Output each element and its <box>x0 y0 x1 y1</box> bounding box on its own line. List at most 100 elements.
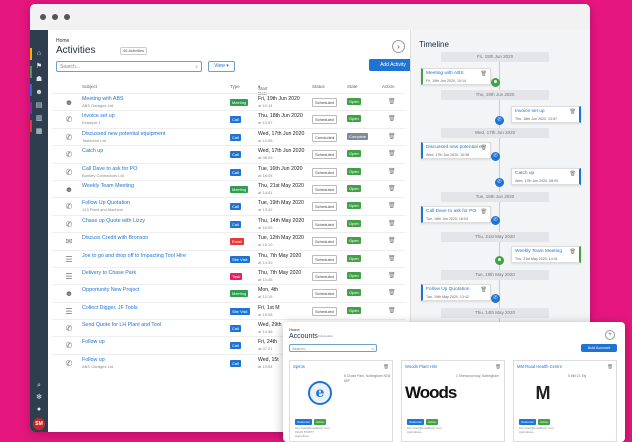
row-subject-link[interactable]: Follow up <box>82 339 105 345</box>
row-subject-link[interactable]: Joe to go and drop off to Impacting Tool… <box>82 253 186 259</box>
account-name[interactable]: Woods Plant Hire <box>405 364 438 369</box>
account-card[interactable]: Spiros 🗑 e 8 Chase Park, Nottingham NG5 8EF… <box>289 360 393 442</box>
row-subject-link[interactable]: Discussed new potential equipment <box>82 131 165 137</box>
gear-icon[interactable]: ✻ <box>34 394 44 402</box>
table-row[interactable]: ✆ Discussed new potential equipment Taskfo… <box>52 127 405 145</box>
trash-icon[interactable]: 🗑 <box>388 272 396 279</box>
add-circle-button[interactable]: + <box>605 330 615 340</box>
table-row[interactable]: ☰ Joe to go and drop off to Impacting Too… <box>52 249 405 267</box>
account-name[interactable]: MM Road Health Centre <box>517 364 562 369</box>
trash-icon[interactable]: 🗑 <box>388 133 396 140</box>
account-card[interactable]: Woods Plant Hire 🗑 Woods 1 Sherwood way, No… <box>401 360 505 442</box>
truck-icon[interactable]: ▤ <box>34 102 44 110</box>
timeline-card-title[interactable]: Meeting with ABS <box>426 71 464 76</box>
pin-icon[interactable]: ● <box>34 406 44 414</box>
timeline-card-title[interactable]: Catch up <box>515 171 534 176</box>
table-row[interactable]: ✆ Catch up Call Wed, 17th Jun 2020 at 08:09 S… <box>52 145 405 162</box>
view-dropdown[interactable]: View ▾ <box>208 61 235 72</box>
timeline-card[interactable]: Invoice set up Thu, 18th Jun 2020, 13:57 🗑 <box>511 106 581 123</box>
trash-icon[interactable]: 🗑 <box>388 289 396 296</box>
trash-icon[interactable]: 🗑 <box>388 255 396 262</box>
trash-icon[interactable]: 🗑 <box>388 168 396 175</box>
trash-icon[interactable]: 🗑 <box>388 307 396 314</box>
account-card[interactable]: MM Road Health Centre 🗑 M 5 Mill Ct, Ely Cus… <box>513 360 617 442</box>
trash-icon[interactable]: 🗑 <box>481 209 487 215</box>
search-icon[interactable]: ⌕ <box>34 382 44 390</box>
trash-icon[interactable]: 🗑 <box>388 220 396 227</box>
trash-icon[interactable]: 🗑 <box>481 287 487 293</box>
row-subject-link[interactable]: Follow Up Quotation <box>82 200 130 206</box>
trash-icon[interactable]: 🗑 <box>388 185 396 192</box>
search-input[interactable]: Search... ⌕ <box>56 61 202 72</box>
table-row[interactable]: ☻ Opportunity New Project Meeting Mon, 4th a… <box>52 284 405 301</box>
window-dot[interactable] <box>40 14 46 20</box>
trash-icon[interactable]: 🗑 <box>481 71 487 77</box>
trash-icon[interactable]: 🗑 <box>570 171 576 177</box>
table-row[interactable]: ✆ Call Dave to ask for PO Bunkey Contracto… <box>52 162 405 180</box>
col-type[interactable]: Type <box>230 84 240 89</box>
account-name[interactable]: Spiros <box>293 364 305 369</box>
table-row[interactable]: ✆ Invoice set up Example 1 Call Thu, 18th Ju… <box>52 110 405 127</box>
trash-icon[interactable]: 🗑 <box>481 145 487 151</box>
timeline-card[interactable]: Meeting with ABS Fri, 19th Jun 2020, 10:1… <box>421 68 491 85</box>
timeline-date-label: Wed, 17th Jun 2020 <box>441 128 549 138</box>
contacts-icon[interactable]: ☗ <box>34 76 44 84</box>
timeline-card-title[interactable]: Follow Up Quotation <box>426 287 469 292</box>
row-subject-link[interactable]: Send Quote for LH Plant and Tool <box>82 322 161 328</box>
row-subject-link[interactable]: Discuss Credit with Bronson <box>82 235 148 241</box>
window-dot[interactable] <box>64 14 70 20</box>
home-icon[interactable]: ⌂ <box>34 50 44 58</box>
trash-icon[interactable]: 🗑 <box>388 98 396 105</box>
table-row[interactable]: ✆ Follow Up Quotation 123 Plant and Machin… <box>52 197 405 214</box>
table-row[interactable]: ✉ Discuss Credit with Bronson Email Tue, 12… <box>52 232 405 249</box>
row-subject-link[interactable]: Meeting with ABS <box>82 96 124 102</box>
row-subject-link[interactable]: Collect Digger, JF Tools <box>82 305 138 311</box>
row-subject-link[interactable]: Follow up <box>82 357 105 363</box>
row-subject-link[interactable]: Opportunity New Project <box>82 287 139 293</box>
trash-icon[interactable]: 🗑 <box>495 364 501 370</box>
timeline-card-title[interactable]: Weekly Team Meeting <box>515 249 562 254</box>
col-subject[interactable]: Subject <box>82 84 97 89</box>
timeline-card[interactable]: Weekly Team Meeting Thu, 21st May 2020, 1… <box>511 246 581 263</box>
trash-icon[interactable]: 🗑 <box>388 202 396 209</box>
users-icon[interactable]: ☻ <box>34 89 44 97</box>
timeline-card-title[interactable]: Discussed new potential e... <box>426 145 486 150</box>
table-row[interactable]: ☰ Delivery to Chase Park Task Thu, 7th May … <box>52 266 405 284</box>
trash-icon[interactable]: 🗑 <box>607 364 613 370</box>
trash-icon[interactable]: 🗑 <box>570 109 576 115</box>
row-subject-link[interactable]: Delivery to Chase Park <box>82 270 136 276</box>
table-row[interactable]: ☻ Meeting with ABS ABS Garages Ltd Meeting F… <box>52 93 405 110</box>
row-subject-link[interactable]: Catch up <box>82 148 103 154</box>
timeline-card-title[interactable]: Call Dave to ask for PO <box>426 209 476 214</box>
flag-icon[interactable]: ⚑ <box>34 63 44 71</box>
col-start-date[interactable]: Start Date ▾ <box>258 84 268 96</box>
trash-icon[interactable]: 🗑 <box>388 237 396 244</box>
accounts-search-input[interactable]: Search... ⌕ <box>289 344 377 352</box>
breadcrumb[interactable]: Home <box>56 38 69 44</box>
timeline-card-title[interactable]: Invoice set up <box>515 109 545 114</box>
timeline-card[interactable]: Catch up Wed, 17th Jun 2020, 08:09 🗑 <box>511 168 581 185</box>
docs-icon[interactable]: ▦ <box>34 128 44 136</box>
timeline-card[interactable]: Call Dave to ask for PO Tue, 16th Jun 202… <box>421 206 491 223</box>
collapse-timeline-button[interactable]: › <box>392 40 405 53</box>
avatar[interactable]: SM <box>33 418 45 430</box>
row-subject-link[interactable]: Call Dave to ask for PO <box>82 166 137 172</box>
trash-icon[interactable]: 🗑 <box>570 249 576 255</box>
table-row[interactable]: ☻ Weekly Team Meeting Meeting Thu, 21st May… <box>52 179 405 197</box>
row-subject-link[interactable]: Invoice set up <box>82 113 115 119</box>
row-subject-link[interactable]: Chase up Quote with Lizzy <box>82 218 145 224</box>
table-row[interactable]: ✆ Chase up Quote with Lizzy Call Thu, 14th … <box>52 214 405 232</box>
trash-icon[interactable]: 🗑 <box>388 115 396 122</box>
table-row[interactable]: ☰ Collect Digger, JF Tools Site Visit Fri, … <box>52 301 405 319</box>
trash-icon[interactable]: 🗑 <box>383 364 389 370</box>
col-status[interactable]: Status <box>312 84 325 89</box>
trash-icon[interactable]: 🗑 <box>388 150 396 157</box>
timeline-card[interactable]: Discussed new potential e... Wed, 17th Ju… <box>421 142 491 159</box>
timeline-card[interactable]: Follow Up Quotation Tue, 19th May 2020, 1… <box>421 284 491 301</box>
row-subject-link[interactable]: Weekly Team Meeting <box>82 183 134 189</box>
col-state[interactable]: State <box>347 84 358 89</box>
chart-icon[interactable]: ▥ <box>34 115 44 123</box>
accounts-breadcrumb[interactable]: Home <box>289 327 300 332</box>
window-dot[interactable] <box>52 14 58 20</box>
add-account-button[interactable]: Add Account <box>581 344 617 352</box>
